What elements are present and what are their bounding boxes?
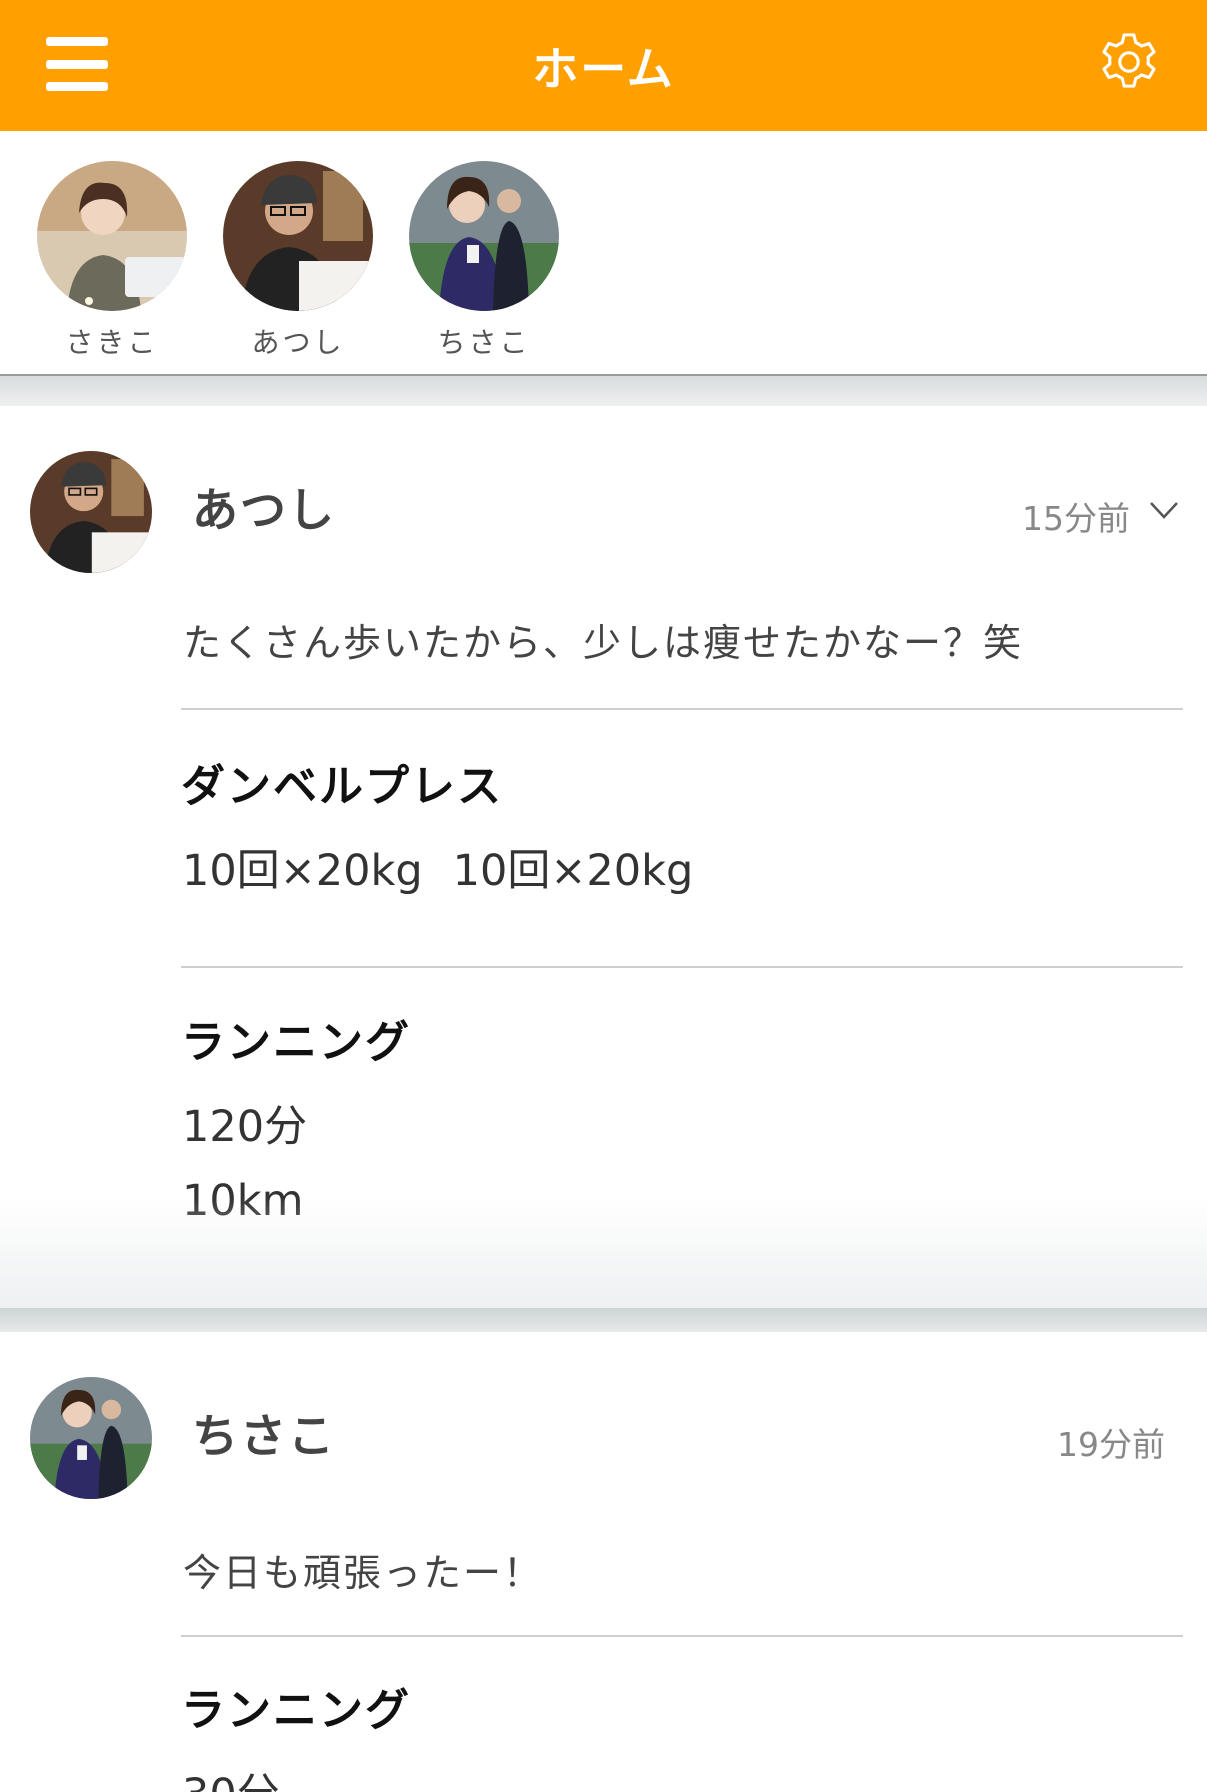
section-separator <box>0 1308 1207 1332</box>
exercise-sets: 10回×20kg 10回×20kg <box>182 836 693 898</box>
post-timestamp: 19分前 <box>1057 1425 1165 1464</box>
gear-icon[interactable] <box>1098 31 1160 93</box>
friends-strip: さきこ あつし ちさこ <box>0 131 1207 376</box>
exercise-detail: 120分 <box>182 1102 308 1152</box>
story-item[interactable]: ちさこ <box>404 161 564 361</box>
page-title: ホーム <box>532 41 675 96</box>
exercise-name: ランニング <box>181 1017 411 1068</box>
hamburger-menu-icon[interactable] <box>46 37 108 91</box>
app-header: ホーム <box>0 0 1207 131</box>
post-body: たくさん歩いたから、少しは痩せたかなー？笑 <box>183 621 1024 665</box>
post-card[interactable]: あつし 15分前 たくさん歩いたから、少しは痩せたかなー？笑 ダンベルプレス 1… <box>0 406 1207 1308</box>
exercise-name: ランニング <box>181 1685 411 1736</box>
chevron-down-icon[interactable] <box>1149 500 1179 520</box>
divider <box>181 1635 1183 1637</box>
divider <box>181 708 1183 710</box>
story-name: あつし <box>251 326 345 359</box>
exercise-set: 10回×20kg <box>452 846 694 896</box>
exercise-name: ダンベルプレス <box>181 761 503 812</box>
post-card[interactable]: ちさこ 19分前 今日も頑張ったー！ ランニング 30分 <box>0 1332 1207 1792</box>
avatar <box>409 161 559 311</box>
avatar <box>37 161 187 311</box>
avatar[interactable] <box>30 451 152 573</box>
card-fade <box>0 1198 1207 1308</box>
post-body: 今日も頑張ったー！ <box>183 1551 544 1595</box>
avatar <box>223 161 373 311</box>
exercise-detail: 30分 <box>182 1760 280 1792</box>
post-author[interactable]: あつし <box>192 474 336 540</box>
story-item[interactable]: あつし <box>218 161 378 361</box>
divider <box>181 966 1183 968</box>
story-item[interactable]: さきこ <box>32 161 192 361</box>
story-name: さきこ <box>65 326 159 359</box>
home-screen: ホーム さきこ あつし ちさこ あつし 15分前 たくさん歩いたから、少しは痩せ… <box>0 0 1207 1792</box>
story-name: ちさこ <box>437 326 531 359</box>
post-author[interactable]: ちさこ <box>192 1400 336 1466</box>
exercise-set: 10回×20kg <box>182 846 423 896</box>
post-timestamp: 15分前 <box>1022 499 1130 538</box>
section-separator <box>0 376 1207 406</box>
avatar[interactable] <box>30 1377 152 1499</box>
